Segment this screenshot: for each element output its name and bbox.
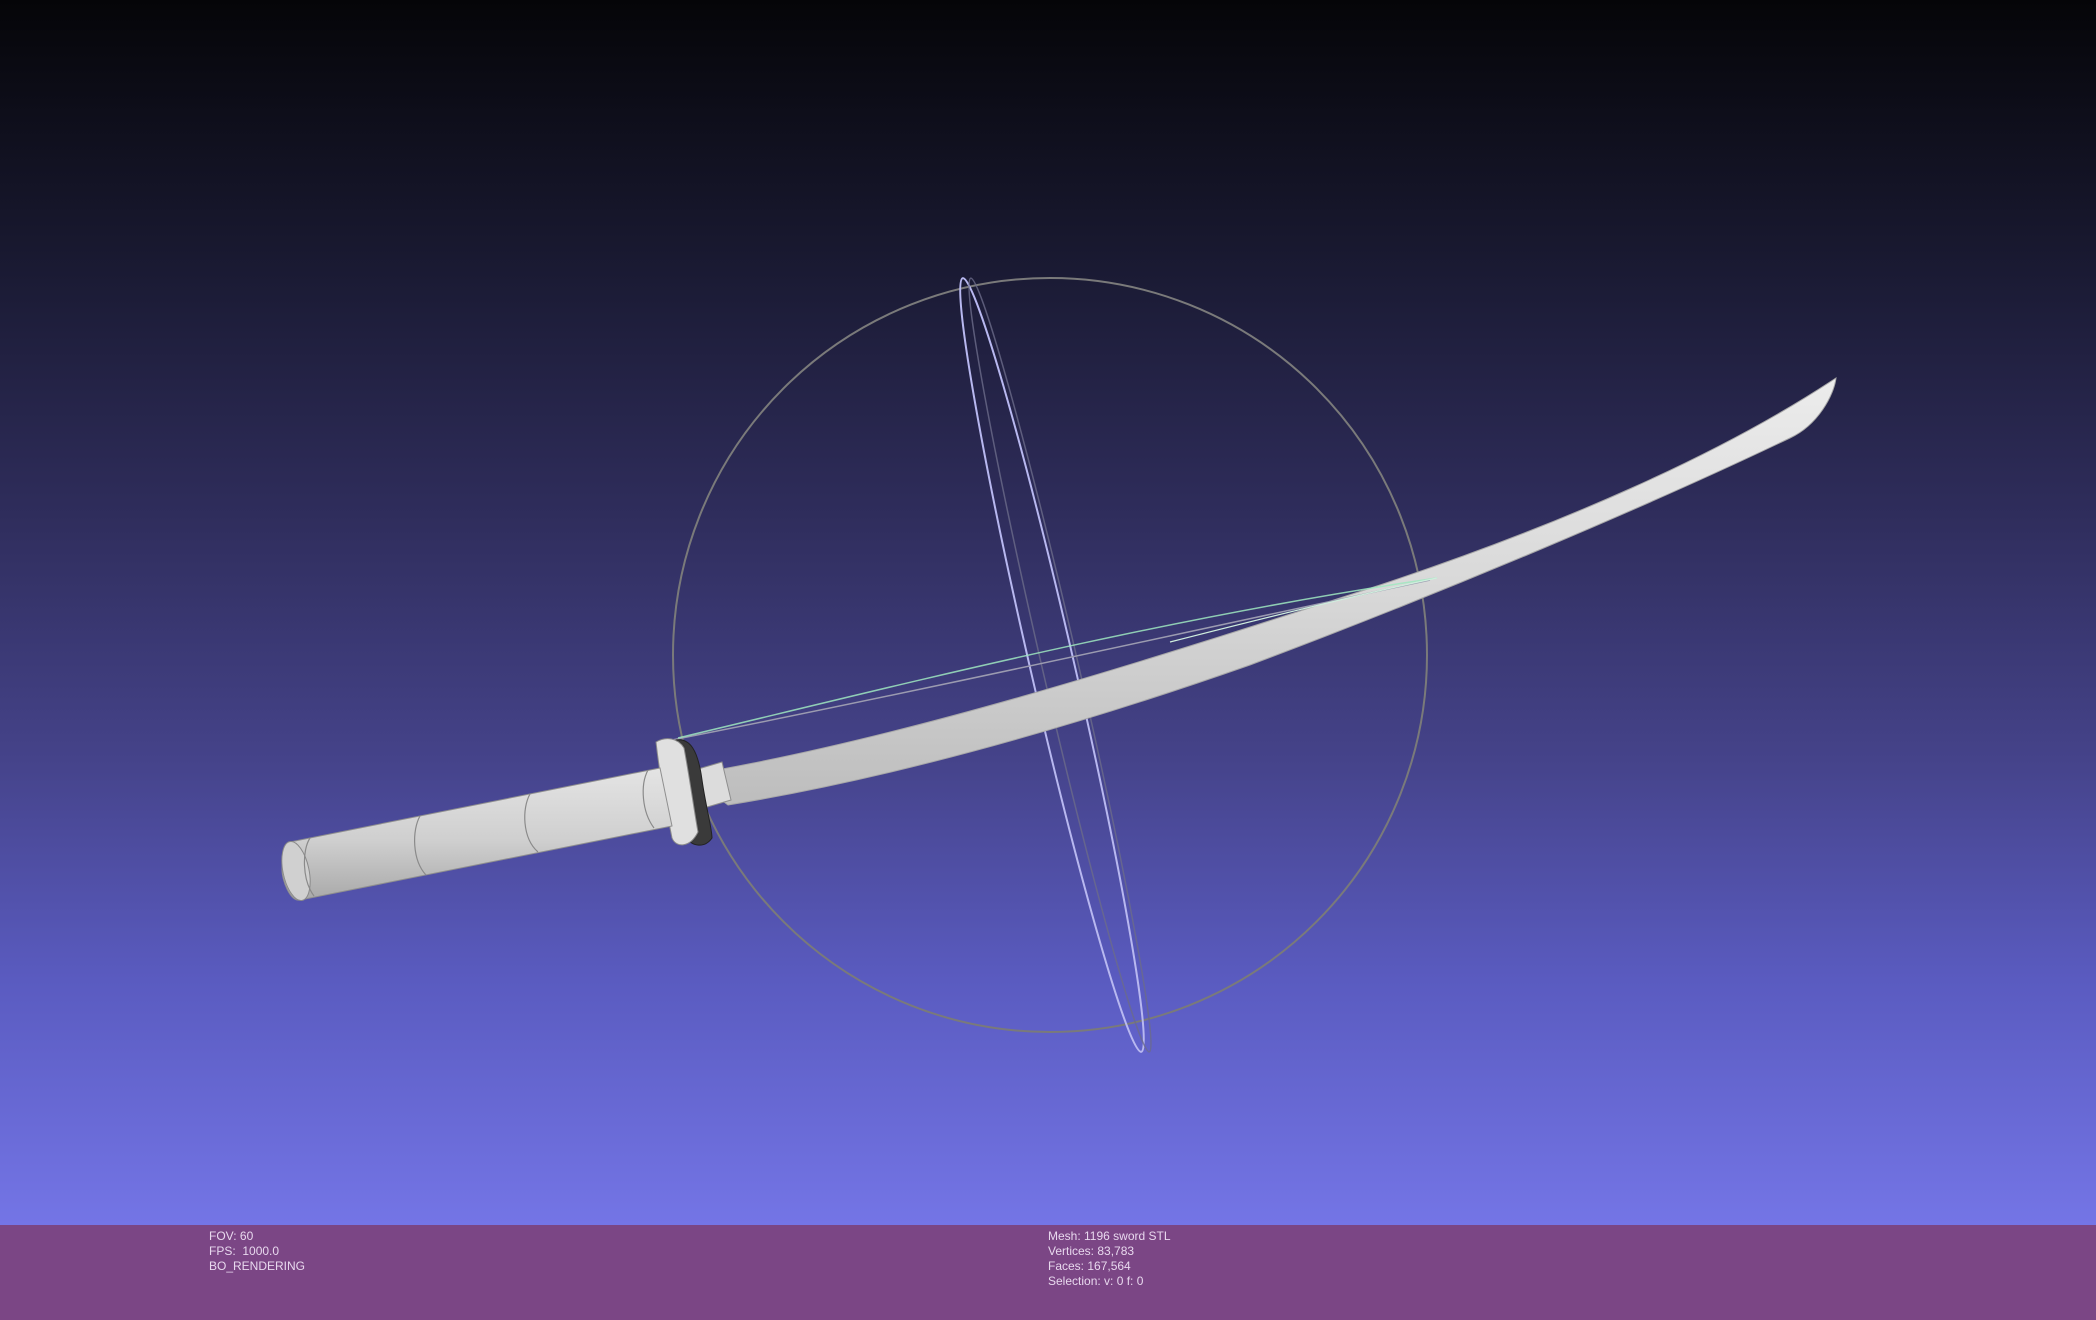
scene-canvas[interactable]: [0, 0, 2096, 1225]
sword-handle: [281, 767, 673, 901]
vertices-readout: Vertices: 83,783: [1048, 1244, 1135, 1258]
3d-viewport[interactable]: [0, 0, 2096, 1225]
sword-blade: [686, 376, 1837, 806]
render-mode-readout: BO_RENDERING: [209, 1259, 306, 1273]
trackball-ring-horizontal: [672, 277, 1428, 1033]
fps-readout: FPS: 1000.0: [209, 1244, 280, 1258]
mesh-name-readout: Mesh: 1196 sword STL: [1048, 1229, 1171, 1243]
render-info-panel: FOV: 60 FPS: 1000.0 BO_RENDERING: [209, 1229, 305, 1274]
faces-readout: Faces: 167,564: [1048, 1259, 1131, 1273]
selection-readout: Selection: v: 0 f: 0: [1048, 1274, 1144, 1288]
mesh-info-panel: Mesh: 1196 sword STL Vertices: 83,783 Fa…: [1048, 1229, 1171, 1289]
fov-readout: FOV: 60: [209, 1229, 254, 1243]
